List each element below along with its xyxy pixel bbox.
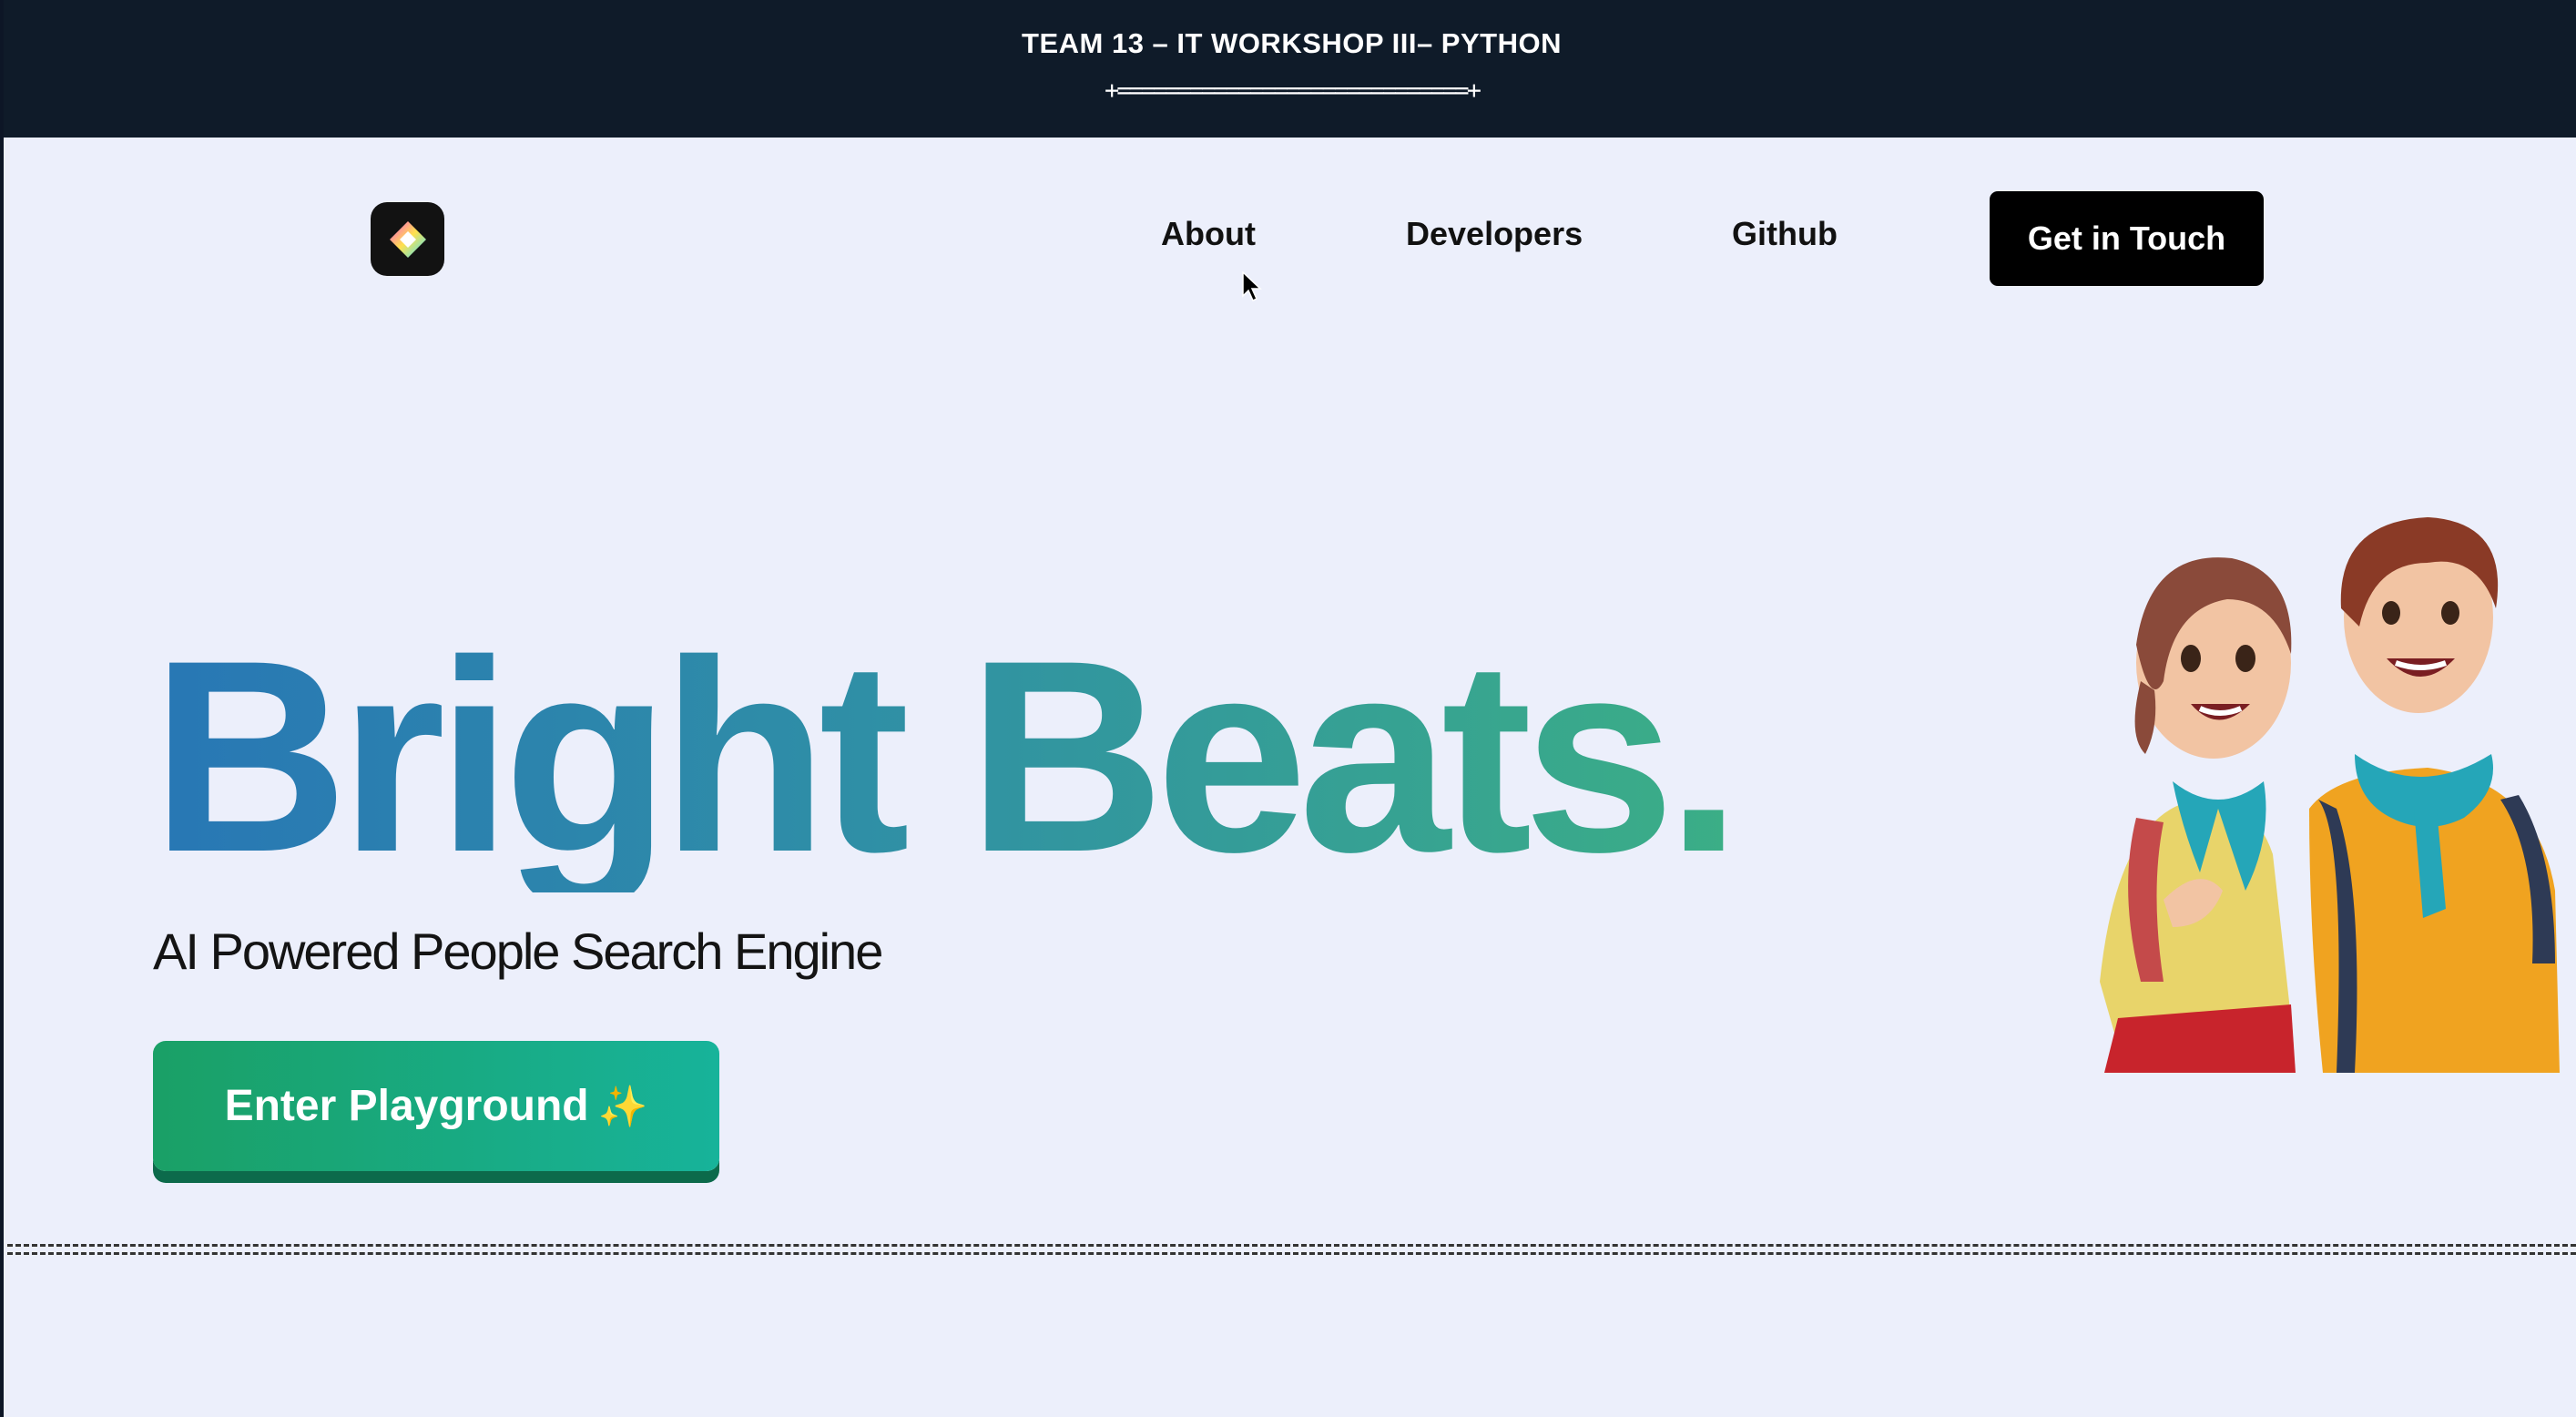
nav-link-developers[interactable]: Developers <box>1406 215 1583 253</box>
logo-button[interactable] <box>371 202 444 276</box>
sparkles-icon: ✨ <box>597 1084 648 1129</box>
get-in-touch-button[interactable]: Get in Touch <box>1990 191 2264 286</box>
enter-playground-label: Enter Playground <box>224 1082 589 1130</box>
two-cartoon-students-illustration <box>2100 517 2560 1073</box>
banner-title: TEAM 13 – IT WORKSHOP III– PYTHON <box>1022 27 1562 59</box>
mouse-cursor-icon <box>1242 271 1262 302</box>
nav-link-about[interactable]: About <box>1161 215 1256 253</box>
banner-rule: +=============================+ <box>1105 76 1481 105</box>
nav-link-github[interactable]: Github <box>1732 215 1838 253</box>
enter-playground-button[interactable]: Enter Playground ✨ <box>153 1041 719 1171</box>
hero-subtitle: AI Powered People Search Engine <box>153 923 883 980</box>
dashed-divider <box>7 1244 2576 1255</box>
diamond-logo-icon <box>389 220 426 258</box>
hero-title: Bright Beats. <box>151 603 1742 909</box>
page: TEAM 13 – IT WORKSHOP III– PYTHON +=====… <box>0 0 2576 1417</box>
top-banner: TEAM 13 – IT WORKSHOP III– PYTHON +=====… <box>4 0 2576 138</box>
